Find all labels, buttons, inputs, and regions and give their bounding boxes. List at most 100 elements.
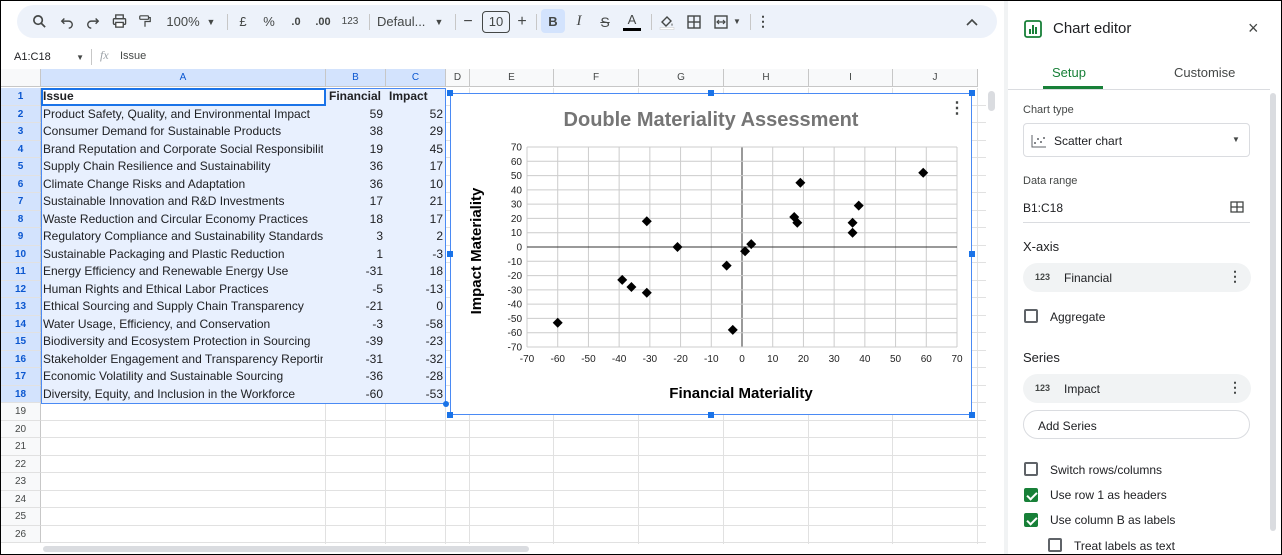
table-cell[interactable]: Climate Change Risks and Adaptation (43, 176, 323, 193)
column-header-i[interactable]: I (809, 69, 893, 87)
redo-icon[interactable] (83, 5, 103, 38)
table-cell[interactable]: -3 (328, 316, 386, 333)
row-header[interactable]: 15 (1, 333, 41, 351)
number-format-button[interactable]: 123 (339, 5, 361, 38)
font-size-increase-button[interactable]: + (514, 5, 530, 38)
table-cell[interactable]: 38 (328, 123, 386, 140)
row-header[interactable]: 16 (1, 350, 41, 368)
table-cell[interactable]: -39 (328, 333, 386, 350)
row-header[interactable]: 7 (1, 193, 41, 211)
chart-menu-icon[interactable]: ⋮ (949, 98, 965, 118)
table-cell[interactable]: Biodiversity and Ecosystem Protection in… (43, 333, 323, 350)
table-cell[interactable]: Waste Reduction and Circular Economy Pra… (43, 211, 323, 228)
table-cell[interactable]: 17 (388, 211, 446, 228)
table-cell[interactable]: 19 (328, 141, 386, 158)
table-cell[interactable]: Water Usage, Efficiency, and Conservatio… (43, 316, 323, 333)
table-cell[interactable]: -31 (328, 351, 386, 368)
resize-handle[interactable] (447, 251, 453, 257)
table-cell[interactable]: Supply Chain Resilience and Sustainabili… (43, 158, 323, 175)
column-header-e[interactable]: E (470, 69, 554, 87)
table-cell[interactable]: 18 (388, 263, 446, 280)
chart-type-select[interactable]: Scatter chart ▼ (1023, 123, 1250, 157)
column-header-d[interactable]: D (446, 69, 470, 87)
select-all-corner[interactable] (1, 69, 41, 87)
table-cell[interactable]: Energy Efficiency and Renewable Energy U… (43, 263, 323, 280)
resize-handle[interactable] (447, 90, 453, 96)
row-header[interactable]: 21 (1, 438, 41, 456)
fill-color-icon[interactable] (657, 5, 677, 38)
table-cell[interactable]: 10 (388, 176, 446, 193)
row-header[interactable]: 5 (1, 158, 41, 176)
merge-cells-icon[interactable] (711, 5, 731, 38)
chevron-down-icon[interactable]: ▼ (731, 5, 743, 38)
resize-handle[interactable] (708, 412, 714, 418)
table-cell[interactable]: -32 (388, 351, 446, 368)
strikethrough-button[interactable]: S (595, 5, 615, 38)
borders-icon[interactable] (684, 5, 704, 38)
table-cell[interactable]: 18 (328, 211, 386, 228)
font-select[interactable]: Defaul... (377, 5, 437, 38)
table-cell[interactable]: Ethical Sourcing and Supply Chain Transp… (43, 298, 323, 315)
table-cell[interactable]: -53 (388, 386, 446, 403)
column-header-g[interactable]: G (639, 69, 724, 87)
percent-button[interactable]: % (259, 5, 279, 38)
row-header[interactable]: 23 (1, 473, 41, 491)
row-header[interactable]: 18 (1, 385, 41, 403)
row-header[interactable]: 25 (1, 508, 41, 526)
row-header[interactable]: 2 (1, 105, 41, 123)
row-header[interactable]: 22 (1, 455, 41, 473)
vertical-scrollbar[interactable] (986, 89, 996, 544)
decrease-decimal-button[interactable]: .0 (285, 5, 307, 38)
bold-button[interactable]: B (541, 9, 565, 33)
switch-rows-checkbox[interactable] (1024, 462, 1038, 476)
row-header[interactable]: 14 (1, 315, 41, 333)
name-box[interactable]: A1:C18 ▼ (14, 47, 84, 67)
formula-input[interactable]: Issue (120, 50, 146, 62)
currency-button[interactable]: £ (233, 5, 253, 38)
table-cell[interactable]: -21 (328, 298, 386, 315)
treat-labels-checkbox[interactable] (1048, 538, 1062, 552)
row-header[interactable]: 19 (1, 403, 41, 421)
table-cell[interactable]: -28 (388, 368, 446, 385)
print-icon[interactable] (109, 5, 129, 38)
italic-button[interactable]: I (569, 5, 589, 38)
table-cell[interactable]: -3 (388, 246, 446, 263)
paint-format-icon[interactable] (135, 5, 155, 38)
row-header[interactable]: 8 (1, 210, 41, 228)
table-cell[interactable]: Diversity, Equity, and Inclusion in the … (43, 386, 323, 403)
column-header-c[interactable]: C (386, 69, 446, 87)
column-header-h[interactable]: H (724, 69, 809, 87)
collapse-menu-icon[interactable] (962, 5, 982, 38)
use-row1-checkbox[interactable] (1024, 488, 1038, 502)
use-colb-checkbox[interactable] (1024, 513, 1038, 527)
data-range-input[interactable]: B1:C18 (1023, 201, 1063, 215)
resize-handle[interactable] (708, 90, 714, 96)
table-cell[interactable]: -5 (328, 281, 386, 298)
sidebar-scrollbar[interactable] (1270, 93, 1276, 531)
select-range-icon[interactable] (1230, 201, 1244, 216)
row-header[interactable]: 13 (1, 298, 41, 316)
table-cell[interactable]: 36 (328, 158, 386, 175)
table-cell[interactable]: Regulatory Compliance and Sustainability… (43, 228, 323, 245)
row-header[interactable]: 10 (1, 245, 41, 263)
table-cell[interactable]: 2 (388, 228, 446, 245)
chevron-down-icon[interactable]: ▼ (433, 5, 445, 38)
row-header[interactable]: 11 (1, 263, 41, 281)
x-axis-field[interactable]: 123 Financial ⋮ (1023, 263, 1251, 292)
font-size-decrease-button[interactable]: − (460, 5, 476, 38)
resize-handle[interactable] (969, 412, 975, 418)
horizontal-scrollbar[interactable] (41, 544, 986, 554)
table-cell[interactable]: Product Safety, Quality, and Environment… (43, 106, 323, 123)
font-size-input[interactable]: 10 (482, 5, 510, 38)
table-cell[interactable]: Sustainable Packaging and Plastic Reduct… (43, 246, 323, 263)
row-header[interactable]: 12 (1, 280, 41, 298)
table-cell[interactable]: 0 (388, 298, 446, 315)
table-cell[interactable]: Economic Volatility and Sustainable Sour… (43, 368, 323, 385)
row-header[interactable]: 26 (1, 525, 41, 543)
table-cell[interactable]: Human Rights and Ethical Labor Practices (43, 281, 323, 298)
table-cell[interactable]: 45 (388, 141, 446, 158)
search-icon[interactable] (29, 5, 49, 38)
column-title-cell[interactable]: Financial (328, 88, 386, 105)
add-series-button[interactable]: Add Series (1023, 410, 1250, 439)
tab-setup[interactable]: Setup (1052, 65, 1086, 80)
